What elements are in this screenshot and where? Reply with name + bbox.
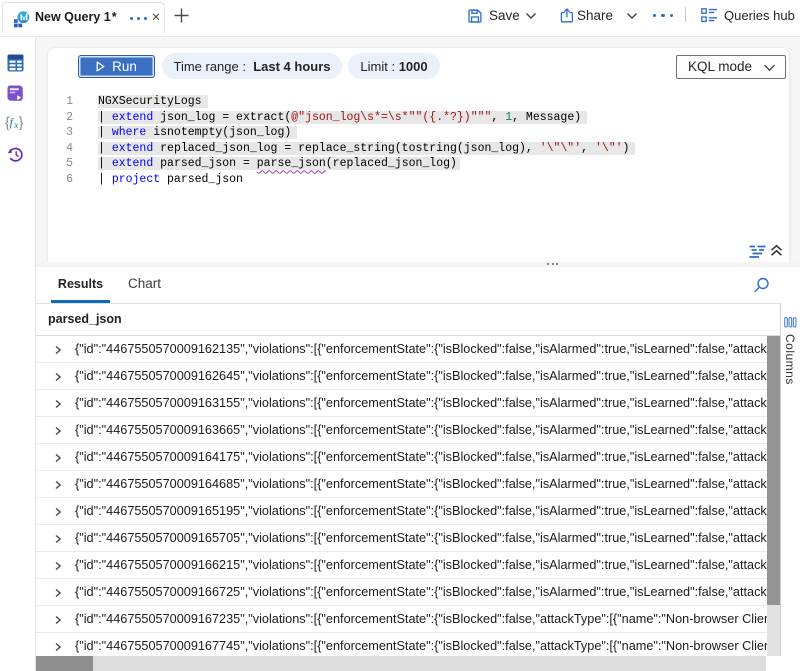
svg-text:}: } — [19, 116, 24, 131]
svg-text:x: x — [13, 120, 18, 130]
